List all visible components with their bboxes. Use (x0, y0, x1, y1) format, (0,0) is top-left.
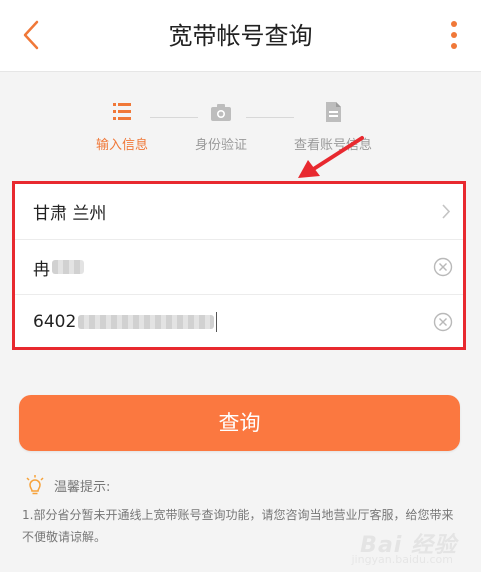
camera-icon (211, 104, 231, 121)
back-button[interactable] (14, 16, 48, 54)
step-input-info: 输入信息 (67, 100, 177, 153)
step-label: 输入信息 (95, 138, 148, 153)
query-button[interactable]: 查询 (19, 395, 460, 451)
tips-header: 温馨提示: (24, 474, 110, 496)
more-vertical-icon (451, 21, 457, 49)
step-identity-verify: 身份验证 (166, 100, 276, 153)
redacted-text (78, 315, 215, 329)
watermark-sub: jingyan.baidu.com (351, 553, 453, 566)
redacted-text (52, 260, 84, 274)
region-select[interactable]: 甘肃 兰州 (15, 184, 463, 239)
lightbulb-icon (26, 475, 44, 495)
document-icon (326, 102, 341, 122)
chevron-right-icon (442, 204, 451, 219)
clear-icon[interactable] (433, 312, 453, 332)
app-header: 宽带帐号查询 (0, 0, 481, 72)
region-value: 甘肃 兰州 (33, 204, 107, 224)
more-menu-button[interactable] (441, 14, 467, 56)
annotation-arrow-icon (298, 136, 364, 178)
chevron-left-icon (23, 20, 39, 50)
name-input[interactable]: 冉 (15, 239, 463, 294)
tips-title: 温馨提示: (54, 479, 111, 495)
id-number-input[interactable]: 6402 (15, 294, 463, 349)
list-icon (113, 103, 131, 120)
query-form: 甘肃 兰州 冉 6402 (12, 181, 466, 350)
clear-icon[interactable] (433, 257, 453, 277)
page-title: 宽带帐号查询 (168, 22, 313, 50)
id-number-value: 6402 (33, 312, 77, 332)
name-value: 冉 (33, 259, 50, 280)
step-label: 身份验证 (194, 138, 247, 153)
text-caret (216, 312, 218, 332)
progress-stepper: 输入信息 身份验证 查看账号信息 (0, 100, 481, 160)
